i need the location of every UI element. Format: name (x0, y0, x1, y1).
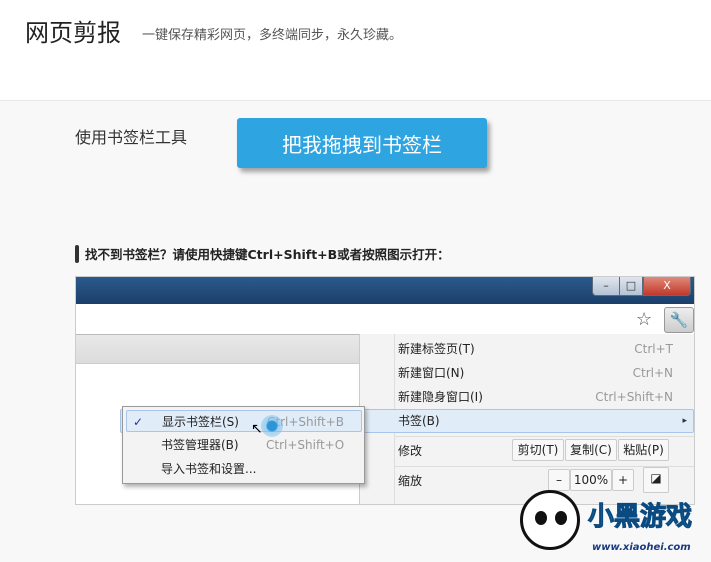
tab-strip (76, 335, 360, 364)
address-bar: ☆ 🔧 (76, 305, 694, 335)
browser-screenshot: – □ X ☆ 🔧 新建标签页(T) Ctrl+T 新建窗口(N) Ctrl+N 新… (75, 276, 695, 505)
menu-item: 新建标签页(T) Ctrl+T (398, 342, 673, 356)
bookmarks-submenu: ✓ 显示书签栏(S) Ctrl+Shift+B ↖ 书签管理器(B) Ctrl+Shi… (122, 406, 365, 484)
watermark: 小黑游戏 www.xiaohei.com (520, 488, 710, 562)
cut-button: 剪切(T) (512, 439, 564, 461)
paste-button: 粘贴(P) (618, 439, 669, 461)
page-subtitle: 一键保存精彩网页，多终端同步，永久珍藏。 (142, 28, 403, 43)
watermark-url: www.xiaohei.com (592, 542, 691, 553)
star-icon: ☆ (636, 309, 653, 330)
close-icon: X (643, 277, 691, 296)
submenu-item: 导入书签和设置... (161, 462, 257, 476)
drag-to-bookmark-button[interactable]: 把我拖拽到书签栏 (237, 118, 487, 168)
divider (395, 436, 694, 437)
minimize-icon: – (592, 277, 620, 296)
hint-bar (75, 244, 79, 263)
watermark-name: 小黑游戏 (587, 502, 693, 533)
panda-icon (520, 490, 580, 550)
hint-label: 找不到书签栏？请使用快捷键Ctrl+Shift+B或者按照图示打开： (85, 247, 450, 262)
page-title: 网页剪报 (25, 19, 121, 47)
restore-icon: □ (619, 277, 643, 296)
menu-item: 新建窗口(N) Ctrl+N (398, 366, 673, 380)
submenu-item: ✓ 显示书签栏(S) Ctrl+Shift+B (126, 410, 362, 432)
title-bar: – □ X (76, 277, 694, 304)
chrome-menu: 新建标签页(T) Ctrl+T 新建窗口(N) Ctrl+N 新建隐身窗口(I) Ct… (120, 334, 694, 504)
copy-button: 复制(C) (565, 439, 617, 461)
bookmark-tool-label: 使用书签栏工具 (75, 128, 188, 147)
hint-text: 找不到书签栏？请使用快捷键Ctrl+Shift+B或者按照图示打开： (75, 244, 450, 263)
menu-item: 新建隐身窗口(I) Ctrl+Shift+N (398, 390, 673, 404)
submenu-item: 书签管理器(B) Ctrl+Shift+O (161, 438, 345, 452)
wrench-icon: 🔧 (664, 307, 694, 333)
